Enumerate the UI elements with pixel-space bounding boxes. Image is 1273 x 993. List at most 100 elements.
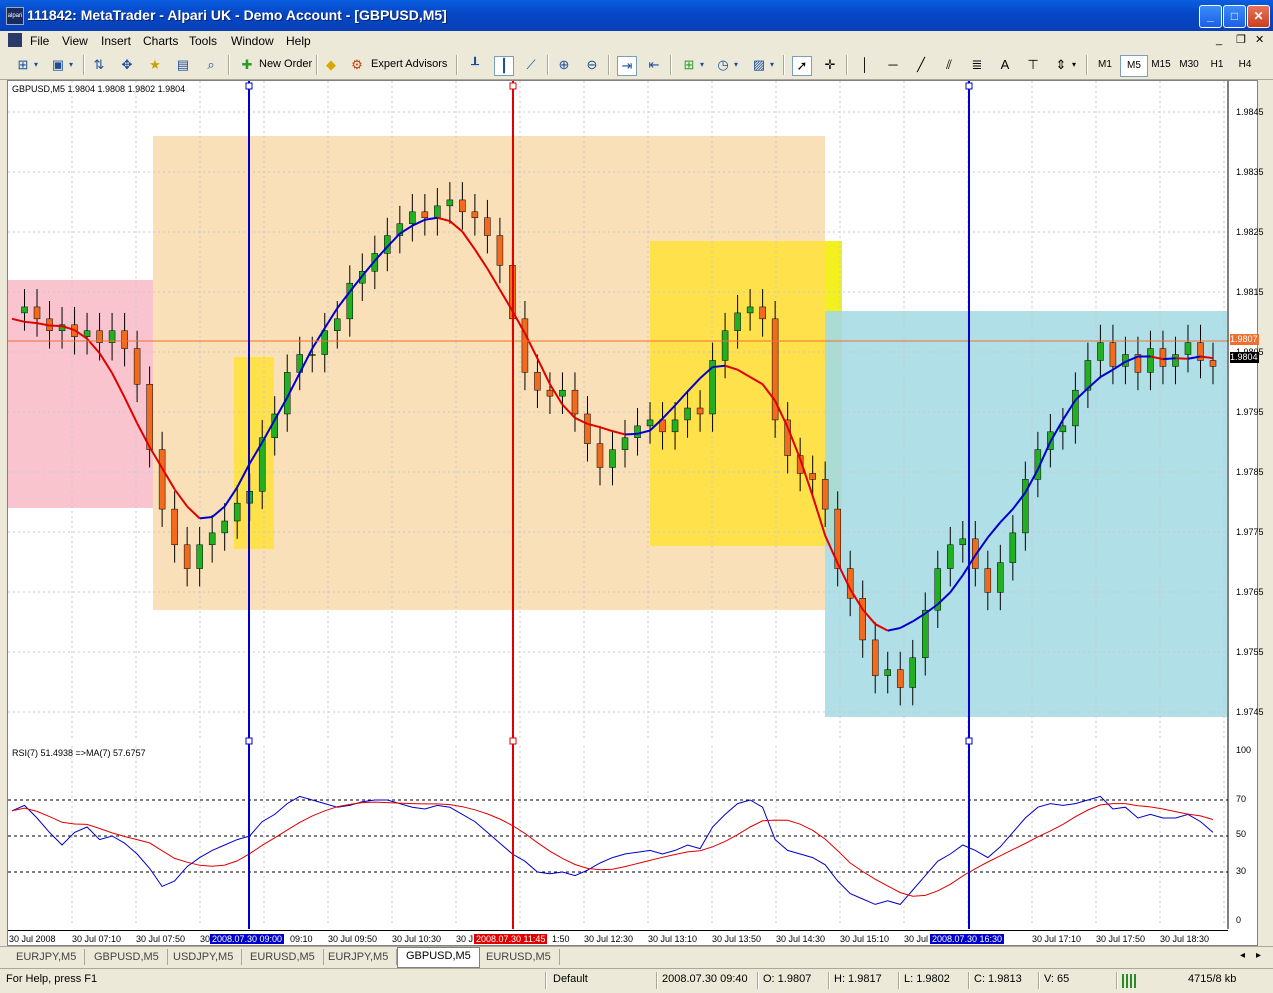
rsi-tick-label: 100 — [1236, 745, 1252, 755]
candle-body — [696, 407, 704, 415]
new-order-button[interactable]: New Order — [259, 58, 312, 70]
equidistant-channel-icon[interactable]: ⫽ — [940, 56, 958, 74]
menu-tools[interactable]: Tools — [185, 33, 221, 49]
dropdown-arrow-icon[interactable]: ▾ — [732, 56, 740, 74]
tab-gbpusd-m5[interactable]: GBPUSD,M5 — [86, 949, 168, 965]
dropdown-arrow-icon[interactable]: ▾ — [67, 56, 75, 74]
templates-icon[interactable]: ▨ — [750, 56, 768, 74]
favorites-icon[interactable]: ★ — [146, 56, 164, 74]
tab-scroll-left-icon[interactable]: ◂ — [1240, 950, 1245, 961]
dropdown-arrow-icon[interactable]: ▾ — [698, 56, 706, 74]
candle-body — [821, 479, 829, 510]
dropdown-arrow-icon[interactable]: ▾ — [1070, 56, 1078, 74]
chart-shift-icon[interactable]: ⇤ — [645, 56, 663, 74]
trendline-icon[interactable]: ╱ — [912, 56, 930, 74]
candlestick-icon[interactable]: ┃ — [494, 56, 514, 76]
vline-handle[interactable] — [965, 737, 973, 745]
mdi-close-icon[interactable]: ✕ — [1255, 33, 1264, 46]
maximize-button[interactable]: □ — [1223, 5, 1246, 28]
text-icon[interactable]: A — [996, 56, 1014, 74]
tab-usdjpy-m5[interactable]: USDJPY,M5 — [165, 949, 243, 965]
candle-body — [734, 312, 741, 331]
document-icon[interactable] — [8, 33, 22, 47]
timeframe-h4[interactable]: H4 — [1232, 55, 1258, 75]
tab-gbpusd-m5-active[interactable]: GBPUSD,M5 — [397, 947, 480, 968]
price-tick-label: 1.9785 — [1236, 467, 1264, 477]
timeframe-m30[interactable]: M30 — [1176, 55, 1202, 75]
time-label: 30 Jul 12:30 — [584, 934, 634, 944]
arrows-icon[interactable]: ⇕ — [1052, 56, 1070, 74]
toolbar-separator — [846, 55, 848, 75]
close-button[interactable]: ✕ — [1247, 5, 1270, 28]
vline-handle[interactable] — [245, 82, 253, 90]
ma-segment — [624, 432, 638, 436]
ma-segment — [24, 320, 38, 325]
line-chart-icon[interactable]: ⟋ — [522, 56, 540, 74]
price-chart[interactable] — [8, 81, 1257, 945]
menu-charts[interactable]: Charts — [139, 33, 182, 49]
candle-body — [909, 657, 916, 688]
candle-body — [1109, 342, 1117, 367]
cursor-icon[interactable]: ➚ — [792, 56, 812, 76]
tab-eurusd-m5[interactable]: EURUSD,M5 — [242, 949, 324, 965]
dropdown-arrow-icon[interactable]: ▾ — [768, 56, 776, 74]
tab-eurjpy-m5[interactable]: EURJPY,M5 — [8, 949, 86, 965]
zoom-in-icon[interactable]: ⊕ — [555, 56, 573, 74]
horizontal-line-icon[interactable]: ─ — [884, 56, 902, 74]
chart-window[interactable]: GBPUSD,M5 1.9804 1.9808 1.9802 1.9804 RS… — [7, 80, 1264, 946]
new-chart-icon[interactable]: ⊞ — [14, 56, 32, 74]
zoom-out-icon[interactable]: ⊖ — [583, 56, 601, 74]
expert-advisors-icon[interactable]: ⚙ — [348, 56, 366, 74]
candle-body — [584, 413, 591, 444]
candle-body — [83, 330, 91, 337]
tab-scroll-right-icon[interactable]: ▸ — [1256, 950, 1261, 961]
vline-handle[interactable] — [509, 82, 517, 90]
periods-icon[interactable]: ◷ — [714, 56, 732, 74]
menu-window[interactable]: Window — [227, 33, 278, 49]
new-order-icon[interactable]: ✚ — [238, 56, 256, 74]
title-bar[interactable]: alpari 111842: MetaTrader - Alpari UK - … — [0, 0, 1273, 31]
timeframe-h1[interactable]: H1 — [1204, 55, 1230, 75]
vertical-line-icon[interactable]: │ — [856, 56, 874, 74]
metaeditor-icon[interactable]: ◆ — [322, 56, 340, 74]
crosshair-icon[interactable]: ✛ — [821, 56, 839, 74]
vline-handle[interactable] — [965, 82, 973, 90]
tester-icon[interactable]: ⌕ — [202, 56, 220, 74]
status-separator — [1116, 972, 1118, 989]
candle-body — [947, 544, 954, 569]
dropdown-arrow-icon[interactable]: ▾ — [32, 56, 40, 74]
status-volume: V: 65 — [1044, 973, 1070, 985]
price-tick-label: 1.9825 — [1236, 227, 1264, 237]
candle-body — [534, 372, 541, 391]
bar-chart-icon[interactable]: ┸ — [466, 56, 484, 74]
status-traffic: 4715/8 kb — [1188, 973, 1237, 985]
tab-eurusd-m5[interactable]: EURUSD,M5 — [478, 949, 560, 965]
menu-file[interactable]: File — [26, 33, 53, 49]
navigator-icon[interactable]: ✥ — [118, 56, 136, 74]
market-watch-icon[interactable]: ⇅ — [90, 56, 108, 74]
mdi-restore-icon[interactable]: ❐ — [1236, 33, 1246, 46]
profiles-icon[interactable]: ▣ — [49, 56, 67, 74]
terminal-icon[interactable]: ▤ — [174, 56, 192, 74]
vline-handle[interactable] — [509, 737, 517, 745]
status-profile: Default — [553, 973, 588, 985]
menu-view[interactable]: View — [58, 33, 92, 49]
time-label: 30 Jul 2008 — [9, 934, 56, 944]
timeframe-m15[interactable]: M15 — [1148, 55, 1174, 75]
timeframe-m5[interactable]: M5 — [1120, 55, 1148, 77]
ma-segment — [49, 324, 63, 328]
vline-handle[interactable] — [245, 737, 253, 745]
menu-insert[interactable]: Insert — [97, 33, 135, 49]
mdi-minimize-icon[interactable]: _ — [1216, 34, 1222, 46]
fibonacci-icon[interactable]: ≣ — [968, 56, 986, 74]
indicators-icon[interactable]: ⊞ — [680, 56, 698, 74]
timeframe-m1[interactable]: M1 — [1092, 55, 1118, 75]
app-icon[interactable]: alpari — [6, 7, 24, 25]
menu-help[interactable]: Help — [282, 33, 315, 49]
toolbar-separator — [456, 55, 458, 75]
minimize-button[interactable]: _ — [1199, 5, 1222, 28]
autoscroll-icon[interactable]: ⇥ — [617, 56, 637, 76]
tab-eurjpy-m5[interactable]: EURJPY,M5 — [320, 949, 398, 965]
text-label-icon[interactable]: ⊤ — [1024, 56, 1042, 74]
expert-advisors-button[interactable]: Expert Advisors — [371, 58, 447, 70]
